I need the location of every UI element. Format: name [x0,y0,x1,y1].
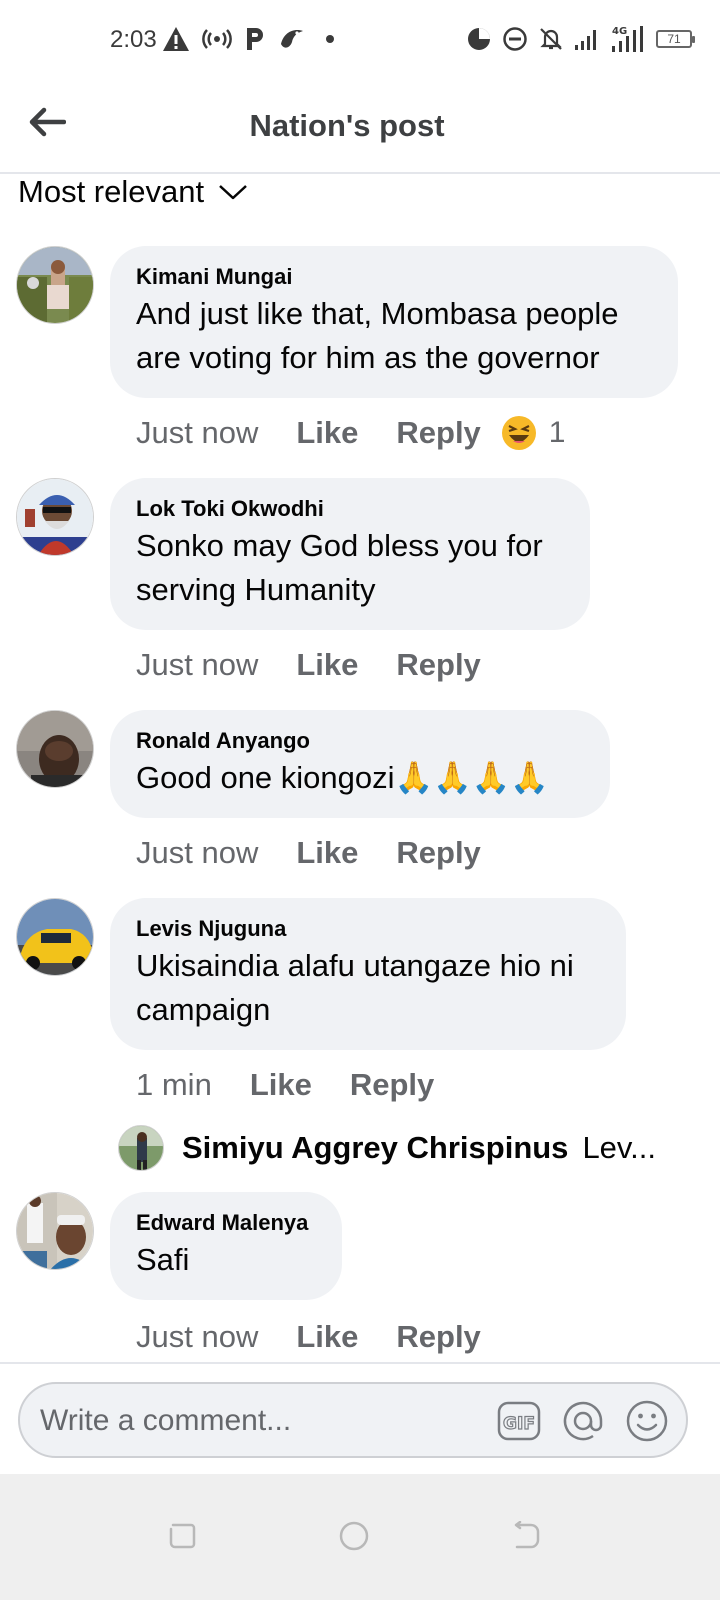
reply-button[interactable]: Reply [396,1319,480,1355]
battery-icon: 71 [656,30,695,48]
avatar[interactable] [16,710,94,788]
comment-actions: 1 min Like Reply [136,1064,434,1106]
comment-time[interactable]: 1 min [136,1067,212,1103]
comment-composer-bar: GIF [0,1362,720,1474]
haha-reaction-icon [501,416,536,450]
comment-actions: Just now Like Reply 1 [136,412,565,454]
comment-actions: Just now Like Reply [136,644,481,686]
avatar[interactable] [16,478,94,556]
comment-time[interactable]: Just now [136,835,258,871]
sort-label: Most relevant [18,174,205,209]
comment-bubble[interactable]: Kimani Mungai And just like that, Mombas… [110,246,678,398]
hotspot-icon [202,24,232,54]
header: Nation's post [0,80,720,174]
signal-strength-icon [574,24,600,54]
sort-dropdown[interactable]: Most relevant [18,172,248,212]
reply-author[interactable]: Simiyu Aggrey Chrispinus [182,1130,568,1166]
like-button[interactable]: Like [296,835,358,871]
signal-4g-icon: 4G [610,24,646,54]
emoji-button[interactable] [624,1398,670,1444]
reply-preview[interactable]: Simiyu Aggrey Chrispinus Lev... [118,1124,678,1172]
back-nav-icon [514,1521,540,1549]
gif-icon: GIF [497,1401,541,1441]
comment-time[interactable]: Just now [136,647,258,683]
parking-app-icon [244,24,266,54]
recents-button[interactable] [164,1518,200,1554]
chevron-down-icon [219,185,247,200]
comment-author[interactable]: Levis Njuguna [136,914,600,944]
comment-text: And just like that, Mombasa people are v… [136,296,619,375]
avatar[interactable] [16,898,94,976]
avatar[interactable] [16,1192,94,1270]
comment-time[interactable]: Just now [136,1319,258,1355]
smiley-icon [626,1400,668,1442]
comment-actions: Just now Like Reply [136,1316,481,1358]
mention-button[interactable] [560,1398,606,1444]
recents-icon [169,1523,196,1549]
comment-bubble[interactable]: Levis Njuguna Ukisaindia alafu utangaze … [110,898,626,1050]
reply-button[interactable]: Reply [350,1067,434,1103]
comment-text: Sonko may God bless you for serving Huma… [136,528,543,607]
comment-text: Good one kiongozi🙏🙏🙏🙏 [136,760,549,795]
status-right-icons: 4G 71 [466,24,695,54]
warning-icon [162,24,190,54]
comment-author[interactable]: Edward Malenya [136,1208,316,1238]
reply-snippet: Lev... [582,1130,656,1165]
bird-app-icon [278,24,306,54]
notification-dot-icon [318,24,342,54]
comment-bubble[interactable]: Edward Malenya Safi [110,1192,342,1300]
comment-time[interactable]: Just now [136,415,258,451]
comment-author[interactable]: Lok Toki Okwodhi [136,494,564,524]
comment-bubble[interactable]: Lok Toki Okwodhi Sonko may God bless you… [110,478,590,630]
muted-bell-icon [538,24,564,54]
comment-bubble[interactable]: Ronald Anyango Good one kiongozi🙏🙏🙏🙏 [110,710,610,818]
comment-text: Ukisaindia alafu utangaze hio ni campaig… [136,948,574,1027]
back-nav-button[interactable] [508,1518,544,1554]
reply-button[interactable]: Reply [396,835,480,871]
network-label: 4G [612,26,627,37]
home-icon [339,1521,369,1551]
composer-icons: GIF [496,1398,670,1444]
status-left-icons [162,24,342,54]
comment-input[interactable] [40,1402,480,1440]
page-title: Nation's post [249,108,445,143]
comment-author[interactable]: Kimani Mungai [136,262,652,292]
like-button[interactable]: Like [250,1067,312,1103]
status-bar: 2:03 4G 71 [0,0,720,80]
like-button[interactable]: Like [296,1319,358,1355]
status-time: 2:03 [110,26,157,53]
home-button[interactable] [336,1518,372,1554]
like-button[interactable]: Like [296,415,358,451]
reaction-summary[interactable]: 1 [501,415,566,451]
reply-button[interactable]: Reply [396,647,480,683]
gif-button[interactable]: GIF [496,1398,542,1444]
system-nav-bar [0,1474,720,1600]
reply-button[interactable]: Reply [396,415,480,451]
avatar[interactable] [16,246,94,324]
data-saver-icon [466,24,492,54]
mention-icon [563,1401,603,1441]
reaction-count: 1 [548,416,566,449]
comment-text: Safi [136,1242,190,1277]
gif-label: GIF [503,1414,535,1434]
do-not-disturb-icon [502,24,528,54]
like-button[interactable]: Like [296,647,358,683]
comment-author[interactable]: Ronald Anyango [136,726,584,756]
comment-composer: GIF [18,1382,688,1458]
comment-actions: Just now Like Reply [136,832,481,874]
avatar[interactable] [118,1125,164,1171]
